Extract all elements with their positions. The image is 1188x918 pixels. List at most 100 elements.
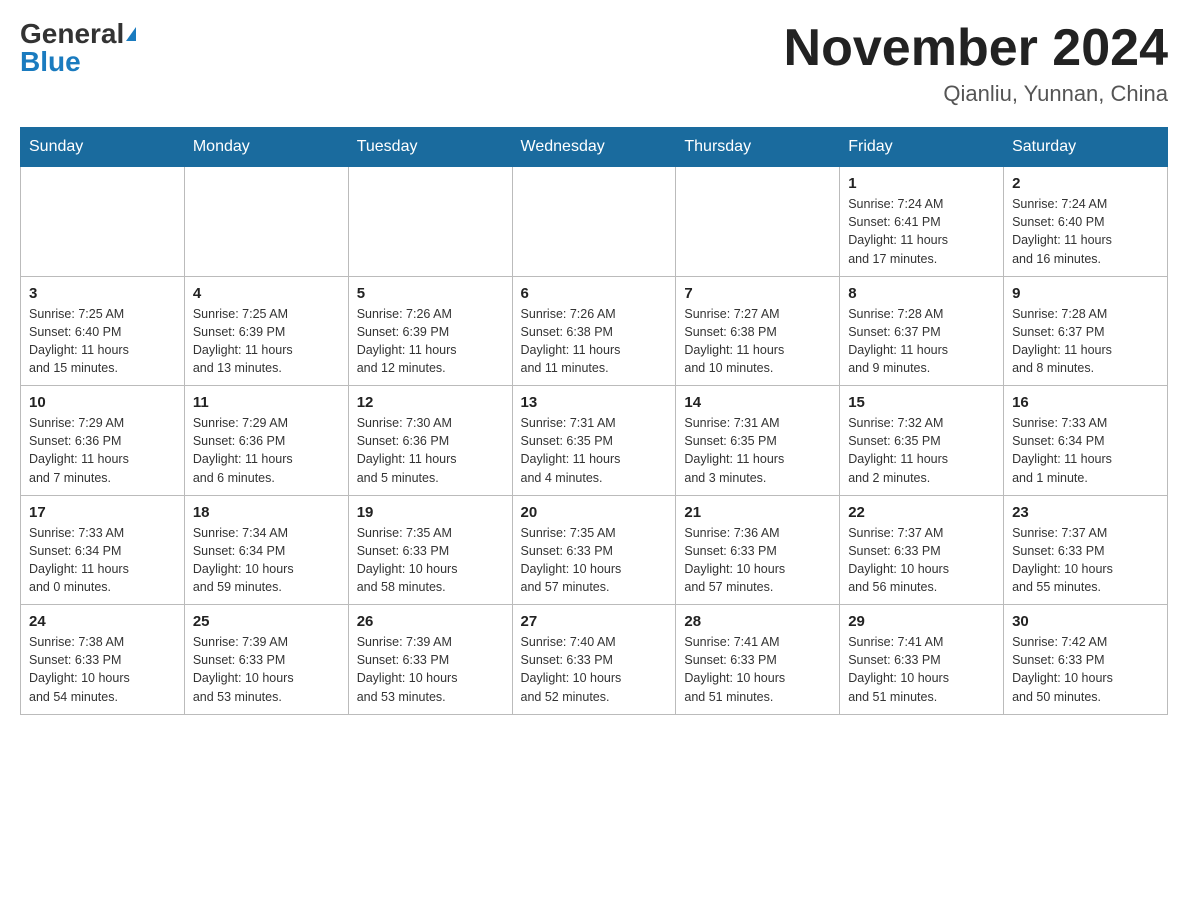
day-info: Sunrise: 7:35 AM Sunset: 6:33 PM Dayligh… [521,524,668,597]
weekday-header-wednesday: Wednesday [512,128,676,167]
calendar-cell: 3 Sunrise: 7:25 AM Sunset: 6:40 PM Daylig… [21,276,185,386]
day-number: 3 [29,285,176,302]
day-info: Sunrise: 7:39 AM Sunset: 6:33 PM Dayligh… [357,633,504,706]
day-number: 13 [521,394,668,411]
day-info: Sunrise: 7:29 AM Sunset: 6:36 PM Dayligh… [29,414,176,487]
day-number: 8 [848,285,995,302]
day-number: 27 [521,613,668,630]
day-number: 9 [1012,285,1159,302]
calendar-cell [512,167,676,277]
day-number: 26 [357,613,504,630]
calendar-cell: 15 Sunrise: 7:32 AM Sunset: 6:35 PM Dayli… [840,386,1004,496]
week-row-1: 1 Sunrise: 7:24 AM Sunset: 6:41 PM Daylig… [21,167,1168,277]
day-info: Sunrise: 7:31 AM Sunset: 6:35 PM Dayligh… [684,414,831,487]
calendar-cell: 6 Sunrise: 7:26 AM Sunset: 6:38 PM Daylig… [512,276,676,386]
logo-triangle-icon [126,27,136,41]
day-number: 25 [193,613,340,630]
day-info: Sunrise: 7:37 AM Sunset: 6:33 PM Dayligh… [1012,524,1159,597]
day-number: 30 [1012,613,1159,630]
calendar-cell: 9 Sunrise: 7:28 AM Sunset: 6:37 PM Daylig… [1004,276,1168,386]
day-number: 15 [848,394,995,411]
day-info: Sunrise: 7:41 AM Sunset: 6:33 PM Dayligh… [848,633,995,706]
day-number: 5 [357,285,504,302]
day-info: Sunrise: 7:29 AM Sunset: 6:36 PM Dayligh… [193,414,340,487]
calendar-cell [676,167,840,277]
week-row-4: 17 Sunrise: 7:33 AM Sunset: 6:34 PM Dayli… [21,495,1168,605]
day-info: Sunrise: 7:28 AM Sunset: 6:37 PM Dayligh… [1012,305,1159,378]
calendar-cell: 24Sunrise: 7:38 AM Sunset: 6:33 PM Dayli… [21,605,185,715]
calendar-cell: 22 Sunrise: 7:37 AM Sunset: 6:33 PM Dayli… [840,495,1004,605]
week-row-5: 24Sunrise: 7:38 AM Sunset: 6:33 PM Dayli… [21,605,1168,715]
day-info: Sunrise: 7:34 AM Sunset: 6:34 PM Dayligh… [193,524,340,597]
week-row-2: 3 Sunrise: 7:25 AM Sunset: 6:40 PM Daylig… [21,276,1168,386]
day-number: 14 [684,394,831,411]
day-info: Sunrise: 7:36 AM Sunset: 6:33 PM Dayligh… [684,524,831,597]
day-number: 1 [848,175,995,192]
weekday-header-saturday: Saturday [1004,128,1168,167]
calendar-cell: 28 Sunrise: 7:41 AM Sunset: 6:33 PM Dayli… [676,605,840,715]
day-number: 22 [848,504,995,521]
day-number: 4 [193,285,340,302]
day-info: Sunrise: 7:31 AM Sunset: 6:35 PM Dayligh… [521,414,668,487]
title-section: November 2024 Qianliu, Yunnan, China [784,20,1168,107]
day-info: Sunrise: 7:24 AM Sunset: 6:40 PM Dayligh… [1012,195,1159,268]
day-number: 29 [848,613,995,630]
location-title: Qianliu, Yunnan, China [784,81,1168,107]
calendar-cell: 5 Sunrise: 7:26 AM Sunset: 6:39 PM Daylig… [348,276,512,386]
calendar-cell: 13 Sunrise: 7:31 AM Sunset: 6:35 PM Dayli… [512,386,676,496]
day-info: Sunrise: 7:42 AM Sunset: 6:33 PM Dayligh… [1012,633,1159,706]
day-info: Sunrise: 7:32 AM Sunset: 6:35 PM Dayligh… [848,414,995,487]
calendar-cell: 4 Sunrise: 7:25 AM Sunset: 6:39 PM Daylig… [184,276,348,386]
calendar-cell: 18 Sunrise: 7:34 AM Sunset: 6:34 PM Dayli… [184,495,348,605]
calendar-cell: 8 Sunrise: 7:28 AM Sunset: 6:37 PM Daylig… [840,276,1004,386]
calendar-cell: 12Sunrise: 7:30 AM Sunset: 6:36 PM Dayli… [348,386,512,496]
calendar-cell: 11Sunrise: 7:29 AM Sunset: 6:36 PM Dayli… [184,386,348,496]
calendar-cell: 19Sunrise: 7:35 AM Sunset: 6:33 PM Dayli… [348,495,512,605]
weekday-header-friday: Friday [840,128,1004,167]
day-number: 20 [521,504,668,521]
logo: General Blue [20,20,136,76]
day-info: Sunrise: 7:25 AM Sunset: 6:40 PM Dayligh… [29,305,176,378]
day-info: Sunrise: 7:41 AM Sunset: 6:33 PM Dayligh… [684,633,831,706]
day-number: 7 [684,285,831,302]
calendar-cell: 14 Sunrise: 7:31 AM Sunset: 6:35 PM Dayli… [676,386,840,496]
day-info: Sunrise: 7:40 AM Sunset: 6:33 PM Dayligh… [521,633,668,706]
calendar-cell: 30 Sunrise: 7:42 AM Sunset: 6:33 PM Dayli… [1004,605,1168,715]
day-info: Sunrise: 7:24 AM Sunset: 6:41 PM Dayligh… [848,195,995,268]
day-number: 24 [29,613,176,630]
weekday-header-sunday: Sunday [21,128,185,167]
page-header: General Blue November 2024 Qianliu, Yunn… [20,20,1168,107]
day-info: Sunrise: 7:26 AM Sunset: 6:39 PM Dayligh… [357,305,504,378]
day-info: Sunrise: 7:27 AM Sunset: 6:38 PM Dayligh… [684,305,831,378]
calendar-cell: 21 Sunrise: 7:36 AM Sunset: 6:33 PM Dayli… [676,495,840,605]
day-info: Sunrise: 7:25 AM Sunset: 6:39 PM Dayligh… [193,305,340,378]
calendar-cell: 16 Sunrise: 7:33 AM Sunset: 6:34 PM Dayli… [1004,386,1168,496]
calendar-cell: 2 Sunrise: 7:24 AM Sunset: 6:40 PM Daylig… [1004,167,1168,277]
day-info: Sunrise: 7:26 AM Sunset: 6:38 PM Dayligh… [521,305,668,378]
day-number: 6 [521,285,668,302]
day-number: 28 [684,613,831,630]
weekday-header-monday: Monday [184,128,348,167]
day-number: 21 [684,504,831,521]
calendar-cell [184,167,348,277]
month-title: November 2024 [784,20,1168,77]
day-info: Sunrise: 7:33 AM Sunset: 6:34 PM Dayligh… [1012,414,1159,487]
day-info: Sunrise: 7:28 AM Sunset: 6:37 PM Dayligh… [848,305,995,378]
calendar-cell: 1 Sunrise: 7:24 AM Sunset: 6:41 PM Daylig… [840,167,1004,277]
day-number: 23 [1012,504,1159,521]
calendar-cell: 25Sunrise: 7:39 AM Sunset: 6:33 PM Dayli… [184,605,348,715]
day-info: Sunrise: 7:33 AM Sunset: 6:34 PM Dayligh… [29,524,176,597]
day-number: 12 [357,394,504,411]
day-number: 16 [1012,394,1159,411]
day-info: Sunrise: 7:37 AM Sunset: 6:33 PM Dayligh… [848,524,995,597]
day-number: 18 [193,504,340,521]
day-info: Sunrise: 7:35 AM Sunset: 6:33 PM Dayligh… [357,524,504,597]
logo-general-text: General [20,20,124,48]
calendar-cell [348,167,512,277]
calendar-cell [21,167,185,277]
day-number: 17 [29,504,176,521]
calendar-table: SundayMondayTuesdayWednesdayThursdayFrid… [20,127,1168,715]
day-number: 2 [1012,175,1159,192]
logo-blue-text: Blue [20,48,81,76]
weekday-header-thursday: Thursday [676,128,840,167]
